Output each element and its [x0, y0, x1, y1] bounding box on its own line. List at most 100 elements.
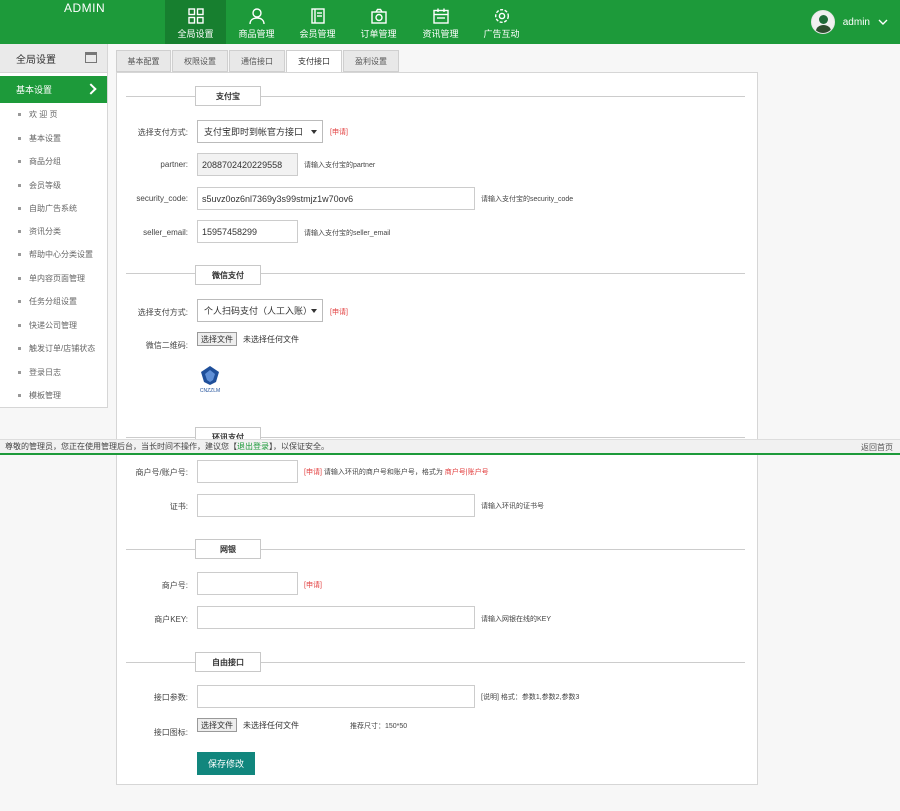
nav-label: 全局设置 [177, 29, 214, 39]
sidebar-item[interactable]: 登录日志 [0, 361, 107, 383]
legend-netbank: 网银 [195, 539, 261, 559]
sidebar-item[interactable]: 触发订单/店铺状态 [0, 337, 107, 359]
avatar [810, 10, 835, 34]
camera-icon [370, 8, 387, 24]
nav-news[interactable]: 资讯管理 [410, 0, 471, 44]
wechat-qr-file-button[interactable]: 选择文件 [197, 332, 237, 346]
sidebar-item[interactable]: 自助广告系统 [0, 197, 107, 219]
huanxun-hint-text: 请输入环讯的商户号和账户号，格式为 [323, 469, 443, 476]
nav-label: 会员管理 [299, 29, 336, 39]
sidebar: 全局设置 基本设置 欢 迎 页 基本设置 商品分组 会员等级 自助广告系统 资讯… [0, 44, 108, 408]
notice-text-before: 尊敬的管理员，您正在使用管理后台，当长时间不操作，建议您【 [5, 442, 237, 451]
sidebar-item[interactable]: 快递公司管理 [0, 314, 107, 336]
custom-icon-file-status: 未选择任何文件 [243, 721, 299, 730]
huanxun-cert-input[interactable] [197, 494, 475, 517]
netbank-key-hint: 请输入网银在线的KEY [481, 616, 552, 623]
sidebar-item[interactable]: 帮助中心分类设置 [0, 243, 107, 265]
nav-orders[interactable]: 订单管理 [348, 0, 409, 44]
sidebar-title: 全局设置 [16, 54, 56, 66]
sidebar-item[interactable]: 资讯分类 [0, 220, 107, 242]
alipay-method-select[interactable]: 支付宝即时到帐官方接口 [197, 120, 323, 143]
book-icon [310, 8, 325, 24]
seller-email-label: seller_email: [143, 228, 188, 237]
huanxun-cert-hint: 请输入环讯的证书号 [481, 503, 544, 510]
netbank-merchant-label: 商户号: [161, 581, 188, 590]
custom-icon-size-hint: 推荐尺寸：150*50 [350, 723, 408, 730]
notice-text-after: 】，以保证安全。 [269, 442, 329, 451]
netbank-apply-link[interactable]: [申请] [304, 580, 322, 590]
nav-global-settings[interactable]: 全局设置 [165, 0, 226, 44]
nav-label: 订单管理 [360, 29, 397, 39]
sidebar-item[interactable]: 模板管理 [0, 384, 107, 406]
user-name: admin [842, 16, 870, 28]
custom-icon-label: 接口图标: [153, 728, 188, 737]
wechat-method-select[interactable]: 个人扫码支付（人工入账） [197, 299, 323, 322]
custom-icon-file-button[interactable]: 选择文件 [197, 718, 237, 732]
wechat-apply-link[interactable]: [申请] [330, 307, 348, 317]
custom-params-input[interactable] [197, 685, 475, 708]
tab-permissions[interactable]: 权限设置 [172, 50, 228, 72]
huanxun-merchant-label: 商户号/账户号: [135, 468, 188, 477]
alipay-apply-link[interactable]: [申请] [330, 127, 348, 137]
sidebar-item[interactable]: 基本设置 [0, 127, 107, 149]
nav-label: 资讯管理 [422, 29, 459, 39]
alipay-method-label: 选择支付方式: [137, 128, 188, 137]
huanxun-cert-label: 证书: [169, 502, 188, 511]
legend-wechat: 微信支付 [195, 265, 261, 285]
seller-email-input[interactable]: 15957458299 [197, 220, 298, 243]
nav-products[interactable]: 商品管理 [226, 0, 287, 44]
legend-alipay: 支付宝 [195, 86, 261, 106]
security-code-label: security_code: [136, 194, 188, 203]
qr-logo-image: CNZZLM [200, 366, 220, 394]
tab-communication[interactable]: 通信接口 [229, 50, 285, 72]
chevron-down-icon [878, 19, 888, 25]
nav-ads[interactable]: 广告互动 [471, 0, 532, 44]
tab-basic-config[interactable]: 基本配置 [116, 50, 171, 72]
settings-icon [494, 8, 509, 24]
huanxun-apply-link[interactable]: [申请] [304, 469, 322, 476]
nav-members[interactable]: 会员管理 [287, 0, 348, 44]
save-button[interactable]: 保存修改 [197, 752, 255, 775]
sidebar-item[interactable]: 欢 迎 页 [0, 103, 107, 125]
tab-profit[interactable]: 盈利设置 [343, 50, 399, 72]
sidebar-section-basic[interactable]: 基本设置 [0, 76, 107, 103]
calendar-icon [432, 8, 449, 24]
custom-params-label: 接口参数: [153, 693, 188, 702]
dropdown-arrow-icon [311, 130, 317, 134]
security-code-input[interactable]: s5uvz0oz6nl7369y3s99stmjz1w70ov6 [197, 187, 475, 210]
legend-custom: 自由接口 [195, 652, 261, 672]
notice-bar: 尊敬的管理员，您正在使用管理后台，当长时间不操作，建议您【 退出登录 】，以保证… [0, 439, 900, 455]
chevron-right-icon [85, 83, 97, 95]
sidebar-item[interactable]: 任务分组设置 [0, 290, 107, 312]
nav-label: 商品管理 [238, 29, 275, 39]
sidebar-header: 全局设置 [0, 44, 107, 73]
huanxun-merchant-input[interactable] [197, 460, 298, 483]
netbank-key-input[interactable] [197, 606, 475, 629]
sidebar-item[interactable]: 商品分组 [0, 150, 107, 172]
wechat-qr-label: 微信二维码: [145, 341, 188, 350]
custom-params-hint: [说明] 格式：参数1,参数2,参数3 [481, 694, 580, 701]
sidebar-item[interactable]: 会员等级 [0, 174, 107, 196]
dropdown-arrow-icon [311, 309, 317, 313]
netbank-merchant-input[interactable] [197, 572, 298, 595]
partner-input[interactable]: 2088702420229558 [197, 153, 298, 176]
netbank-key-label: 商户KEY: [154, 615, 188, 624]
nav-label: 广告互动 [483, 29, 520, 39]
partner-label: partner: [160, 160, 188, 169]
qr-logo-text: CNZZLM [200, 388, 220, 394]
tab-payment[interactable]: 支付接口 [286, 50, 342, 73]
user-icon [248, 8, 265, 25]
return-home-link[interactable]: 返回首页 [861, 442, 893, 453]
huanxun-merchant-hint: [申请] 请输入环讯的商户号和账户号，格式为 商户号|账户号 [304, 467, 489, 477]
sidebar-item[interactable]: 单内容页面管理 [0, 267, 107, 289]
user-menu[interactable]: admin [810, 10, 888, 34]
alipay-method-value: 支付宝即时到帐官方接口 [204, 127, 304, 137]
wechat-method-label: 选择支付方式: [137, 308, 188, 317]
security-code-hint: 请输入支付宝的security_code [481, 196, 574, 203]
calendar-icon [85, 52, 97, 63]
wechat-method-value: 个人扫码支付（人工入账） [204, 306, 313, 316]
sidebar-section-label: 基本设置 [16, 85, 53, 95]
grid-icon [187, 8, 204, 24]
brand-logo: ADMIN [64, 1, 106, 15]
logout-link[interactable]: 退出登录 [237, 441, 269, 452]
